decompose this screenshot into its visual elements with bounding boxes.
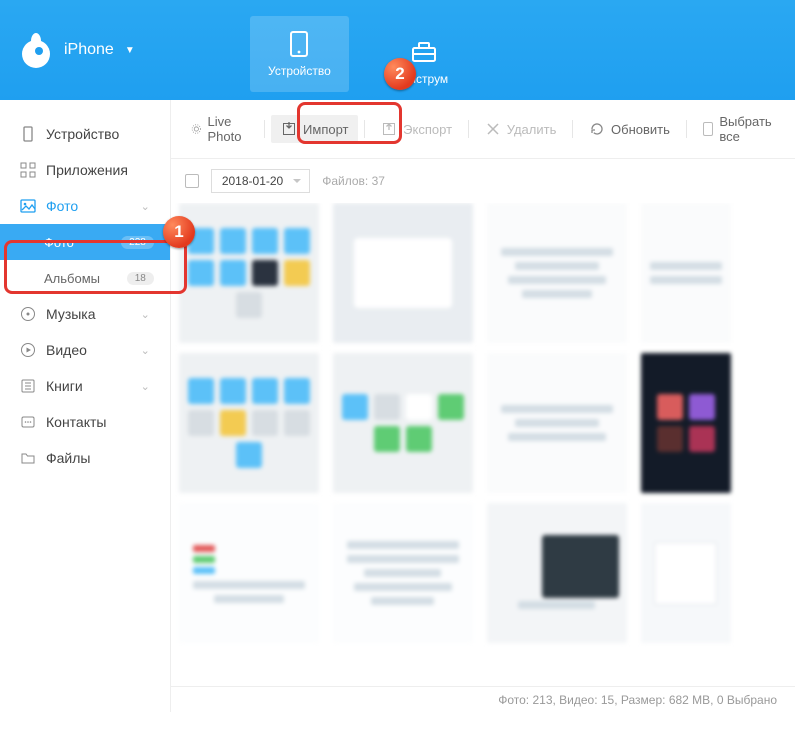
select-all-label: Выбрать все bbox=[719, 114, 775, 144]
main-panel: Live Photo Импорт Экспорт Удалить Обнови… bbox=[170, 100, 795, 712]
delete-button[interactable]: Удалить bbox=[475, 115, 567, 143]
sidebar-label: Книги bbox=[46, 378, 83, 394]
sidebar-item-photo[interactable]: Фото ⌄ bbox=[0, 188, 170, 224]
sidebar-item-contacts[interactable]: Контакты bbox=[0, 404, 170, 440]
toolbox-icon bbox=[410, 38, 438, 66]
sidebar-sub-label: Альбомы bbox=[44, 271, 100, 286]
photo-thumb[interactable] bbox=[333, 203, 473, 343]
photo-thumb[interactable] bbox=[641, 503, 731, 643]
photo-thumb[interactable] bbox=[179, 503, 319, 643]
sidebar-label: Музыка bbox=[46, 306, 96, 322]
chevron-down-icon: ⌄ bbox=[141, 380, 150, 393]
separator bbox=[364, 120, 365, 138]
sidebar-label: Устройство bbox=[46, 126, 119, 142]
book-icon bbox=[20, 378, 36, 394]
status-bar: Фото: 213, Видео: 15, Размер: 682 MB, 0 … bbox=[171, 686, 795, 712]
photo-grid bbox=[171, 203, 795, 686]
import-icon bbox=[281, 121, 297, 137]
sidebar-label: Контакты bbox=[46, 414, 106, 430]
chevron-down-icon: ⌄ bbox=[141, 200, 150, 213]
export-label: Экспорт bbox=[403, 122, 452, 137]
music-icon bbox=[20, 306, 36, 322]
sidebar-item-books[interactable]: Книги ⌄ bbox=[0, 368, 170, 404]
chevron-down-icon: ⌄ bbox=[141, 308, 150, 321]
status-text: Фото: 213, Видео: 15, Размер: 682 MB, 0 … bbox=[498, 693, 777, 707]
header: iPhone ▼ Устройство Инструм bbox=[0, 0, 795, 100]
separator bbox=[572, 120, 573, 138]
photo-thumb[interactable] bbox=[333, 503, 473, 643]
apps-icon bbox=[20, 162, 36, 178]
sidebar-label: Видео bbox=[46, 342, 87, 358]
folder-icon bbox=[20, 450, 36, 466]
live-photo-icon bbox=[191, 121, 202, 137]
sidebar-item-files[interactable]: Файлы bbox=[0, 440, 170, 476]
sidebar-label: Приложения bbox=[46, 162, 128, 178]
device-icon bbox=[20, 126, 36, 142]
tab-tools-label: Инструм bbox=[401, 72, 448, 86]
sidebar: Устройство Приложения Фото ⌄ Фото 228 Ал… bbox=[0, 100, 170, 712]
tab-tools[interactable]: Инструм bbox=[397, 32, 452, 92]
delete-icon bbox=[485, 121, 501, 137]
refresh-label: Обновить bbox=[611, 122, 670, 137]
albums-count-badge: 18 bbox=[127, 272, 154, 285]
video-icon bbox=[20, 342, 36, 358]
brand-section[interactable]: iPhone ▼ bbox=[0, 0, 190, 100]
photo-thumb[interactable] bbox=[641, 203, 731, 343]
photo-thumb[interactable] bbox=[333, 353, 473, 493]
separator bbox=[686, 120, 687, 138]
action-toolbar: Live Photo Импорт Экспорт Удалить Обнови… bbox=[171, 100, 795, 159]
app-logo-icon bbox=[16, 30, 56, 70]
tab-device[interactable]: Устройство bbox=[250, 16, 349, 92]
photo-thumb[interactable] bbox=[487, 203, 627, 343]
import-label: Импорт bbox=[303, 122, 348, 137]
sidebar-item-video[interactable]: Видео ⌄ bbox=[0, 332, 170, 368]
select-all-button[interactable]: Выбрать все bbox=[693, 108, 785, 150]
live-photo-button[interactable]: Live Photo bbox=[181, 108, 259, 150]
device-selector-label: iPhone bbox=[64, 41, 114, 59]
file-count-label: Файлов: 37 bbox=[322, 174, 385, 188]
tab-device-label: Устройство bbox=[268, 64, 331, 78]
checkbox-icon bbox=[703, 122, 714, 136]
export-icon bbox=[381, 121, 397, 137]
dropdown-icon: ▼ bbox=[125, 45, 135, 56]
photo-thumb[interactable] bbox=[179, 203, 319, 343]
separator bbox=[468, 120, 469, 138]
tablet-icon bbox=[285, 30, 313, 58]
export-button[interactable]: Экспорт bbox=[371, 115, 462, 143]
date-filter-bar: 2018-01-20 Файлов: 37 bbox=[171, 159, 795, 203]
photo-thumb[interactable] bbox=[641, 353, 731, 493]
photo-count-badge: 228 bbox=[121, 236, 154, 249]
sidebar-sub-albums[interactable]: Альбомы 18 bbox=[0, 260, 170, 296]
sidebar-label: Файлы bbox=[46, 450, 90, 466]
chevron-down-icon: ⌄ bbox=[141, 344, 150, 357]
header-tabs: Устройство Инструм bbox=[190, 0, 452, 100]
sidebar-sub-label: Фото bbox=[44, 235, 74, 250]
photo-thumb[interactable] bbox=[487, 503, 627, 643]
photo-icon bbox=[20, 198, 36, 214]
import-button[interactable]: Импорт bbox=[271, 115, 358, 143]
separator bbox=[264, 120, 265, 138]
delete-label: Удалить bbox=[507, 122, 557, 137]
sidebar-item-apps[interactable]: Приложения bbox=[0, 152, 170, 188]
date-dropdown[interactable]: 2018-01-20 bbox=[211, 169, 310, 193]
sidebar-item-device[interactable]: Устройство bbox=[0, 116, 170, 152]
refresh-icon bbox=[589, 121, 605, 137]
sidebar-label: Фото bbox=[46, 198, 78, 214]
sidebar-item-music[interactable]: Музыка ⌄ bbox=[0, 296, 170, 332]
contacts-icon bbox=[20, 414, 36, 430]
photo-thumb[interactable] bbox=[487, 353, 627, 493]
group-checkbox[interactable] bbox=[185, 174, 199, 188]
refresh-button[interactable]: Обновить bbox=[579, 115, 680, 143]
app-body: Устройство Приложения Фото ⌄ Фото 228 Ал… bbox=[0, 100, 795, 712]
photo-thumb[interactable] bbox=[179, 353, 319, 493]
live-photo-label: Live Photo bbox=[207, 114, 248, 144]
sidebar-sub-photo[interactable]: Фото 228 bbox=[0, 224, 170, 260]
